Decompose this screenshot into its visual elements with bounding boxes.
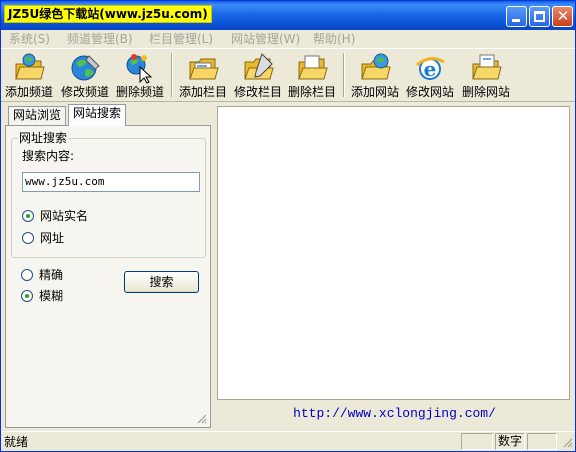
left-pane: 网站浏览 网站搜索 网址搜索 搜索内容: www.jz5u.com 网站实名 网… (1, 104, 213, 430)
menu-channel[interactable]: 频道管理(B) (67, 31, 133, 47)
add-column-icon (189, 58, 219, 80)
search-button[interactable]: 搜索 (124, 271, 199, 293)
menu-system[interactable]: 系统(S) (9, 31, 50, 47)
radio-exact[interactable] (21, 269, 33, 281)
search-panel: 网址搜索 搜索内容: www.jz5u.com 网站实名 网址 精确 模糊 搜索 (5, 125, 211, 428)
status-panel-num: 数字 (495, 433, 525, 450)
delete-column-button[interactable]: 删除栏目 (286, 51, 338, 101)
delete-site-label: 删除网站 (461, 85, 510, 99)
radio-site-name-label[interactable]: 网站实名 (40, 209, 88, 223)
status-text: 就绪 (4, 435, 29, 449)
toolbar-separator (171, 53, 173, 97)
delete-column-label: 删除栏目 (287, 85, 336, 99)
resize-grip-icon[interactable] (195, 412, 207, 424)
radio-exact-label[interactable]: 精确 (39, 268, 63, 282)
search-content-label: 搜索内容: (22, 149, 75, 163)
edit-site-button[interactable]: e 修改网站 (404, 51, 456, 101)
add-channel-button[interactable]: 添加频道 (3, 51, 55, 101)
edit-column-button[interactable]: 修改栏目 (232, 51, 284, 101)
minimize-icon (512, 19, 520, 22)
delete-channel-label: 删除频道 (115, 85, 164, 99)
edit-site-icon: e (416, 57, 445, 81)
delete-site-icon (472, 54, 502, 80)
delete-column-icon (298, 55, 328, 80)
delete-channel-button[interactable]: 删除频道 (114, 51, 166, 101)
radio-fuzzy-label[interactable]: 模糊 (39, 289, 63, 303)
edit-channel-button[interactable]: 修改频道 (59, 51, 111, 101)
web-view[interactable] (217, 106, 570, 400)
minimize-button[interactable] (506, 6, 527, 27)
edit-column-label: 修改栏目 (233, 85, 282, 99)
delete-site-button[interactable]: 删除网站 (460, 51, 512, 101)
radio-url-label[interactable]: 网址 (40, 231, 64, 245)
maximize-button[interactable] (529, 6, 550, 27)
right-pane: http://www.xclongjing.com/ (215, 104, 574, 430)
title-bar[interactable]: JZ5U绿色下载站(www.jz5u.com) ✕ (1, 1, 575, 30)
status-resize-grip-icon[interactable] (561, 436, 573, 448)
menu-help[interactable]: 帮助(H) (313, 31, 355, 47)
radio-url[interactable] (22, 232, 34, 244)
main-window: JZ5U绿色下载站(www.jz5u.com) ✕ 系统(S) 频道管理(B) … (0, 0, 576, 452)
menu-site[interactable]: 网站管理(W) (231, 31, 300, 47)
add-site-icon (361, 53, 391, 80)
close-icon: ✕ (556, 7, 570, 25)
edit-channel-icon (71, 55, 100, 81)
toolbar-separator (343, 53, 345, 97)
add-channel-label: 添加频道 (4, 85, 53, 99)
add-site-label: 添加网站 (350, 85, 399, 99)
menu-bar: 系统(S) 频道管理(B) 栏目管理(L) 网站管理(W) 帮助(H) (1, 30, 575, 48)
edit-channel-label: 修改频道 (60, 85, 109, 99)
add-channel-icon (15, 53, 45, 80)
edit-column-icon (244, 53, 274, 80)
menu-column[interactable]: 栏目管理(L) (149, 31, 213, 47)
window-title: JZ5U绿色下载站(www.jz5u.com) (4, 5, 212, 23)
url-search-group-title: 网址搜索 (18, 131, 69, 145)
delete-channel-icon (126, 54, 153, 84)
close-button[interactable]: ✕ (552, 6, 573, 27)
edit-site-label: 修改网站 (405, 85, 454, 99)
add-column-button[interactable]: 添加栏目 (177, 51, 229, 101)
radio-fuzzy[interactable] (21, 290, 33, 302)
radio-site-name[interactable] (22, 210, 34, 222)
toolbar: 添加频道 修改频道 删除频道 添加栏目 修改栏目 删除栏目 添加网站 e 修改网… (1, 48, 575, 102)
maximize-icon (534, 11, 545, 22)
url-search-group: 网址搜索 搜索内容: www.jz5u.com 网站实名 网址 (11, 131, 206, 258)
footer-link[interactable]: http://www.xclongjing.com/ (215, 406, 574, 422)
status-bar: 就绪 数字 (1, 431, 575, 451)
tab-search[interactable]: 网站搜索 (68, 104, 127, 126)
status-panel-caps (461, 433, 493, 450)
add-column-label: 添加栏目 (178, 85, 227, 99)
status-panel-scroll (527, 433, 557, 450)
tab-browse[interactable]: 网站浏览 (8, 106, 67, 125)
add-site-button[interactable]: 添加网站 (349, 51, 401, 101)
search-input[interactable]: www.jz5u.com (22, 172, 200, 192)
